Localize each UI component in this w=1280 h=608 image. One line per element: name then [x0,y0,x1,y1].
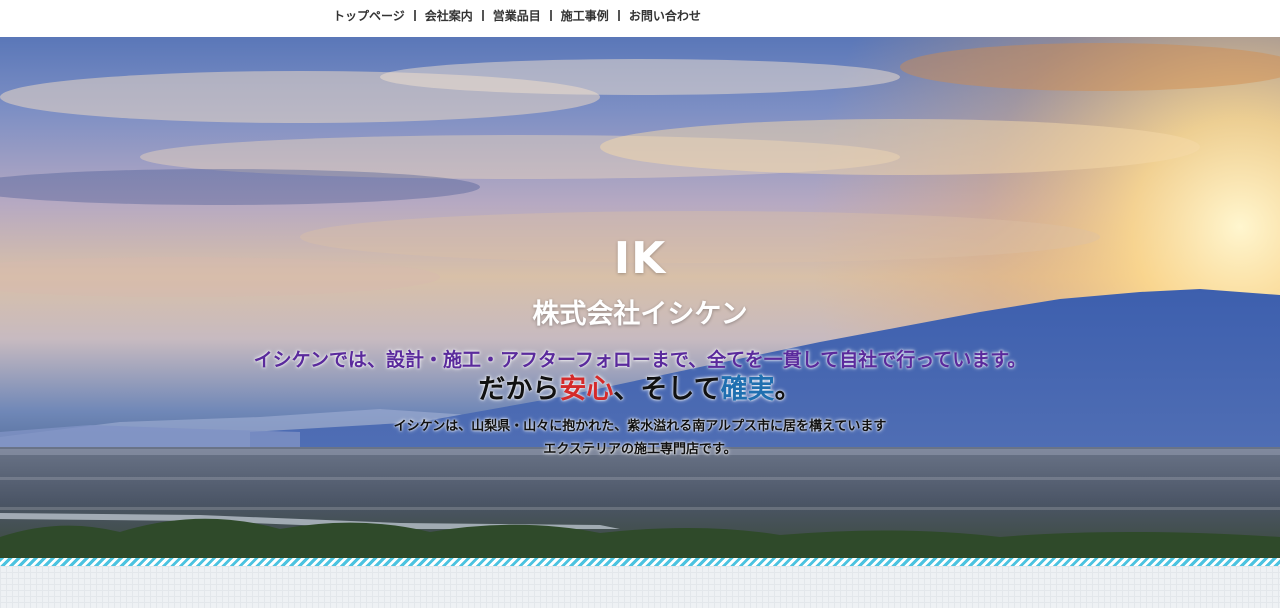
tagline-highlight-kakujitsu: 確実 [720,374,775,405]
tagline-text: 、そして [613,374,721,405]
tagline-secondary: だから安心、そして確実。 [0,367,1280,406]
nav-separator [413,9,416,21]
hero-banner: IK 株式会社イシケン イシケンでは、設計・施工・アフターフォローまで、全てを一… [0,37,1280,558]
content-area-background [0,566,1280,608]
nav-item-contact[interactable]: お問い合わせ [629,7,701,24]
company-logo: IK [613,233,667,284]
nav-menu: トップページ 会社案内 営業品目 施工事例 お問い合わせ [333,6,701,24]
description-line-2: エクステリアの施工専門店です。 [543,442,737,457]
nav-item-works[interactable]: 施工事例 [561,7,609,24]
divider-stripe [0,558,1280,566]
tagline-highlight-anshin: 安心 [559,374,614,405]
nav-item-company[interactable]: 会社案内 [425,7,473,24]
company-name: 株式会社イシケン [532,299,748,330]
description-line-1: イシケンは、山梨県・山々に抱かれた、紫水溢れる南アルプス市に居を構えています [393,419,887,434]
nav-separator [549,9,552,21]
nav-separator [481,9,484,21]
nav-separator [617,9,620,21]
nav-item-products[interactable]: 営業品目 [493,7,541,24]
tagline-text: 。 [774,374,802,405]
tagline-text: だから [478,374,560,405]
top-navigation: トップページ 会社案内 営業品目 施工事例 お問い合わせ [0,0,1280,37]
nav-item-top-page[interactable]: トップページ [333,7,405,24]
